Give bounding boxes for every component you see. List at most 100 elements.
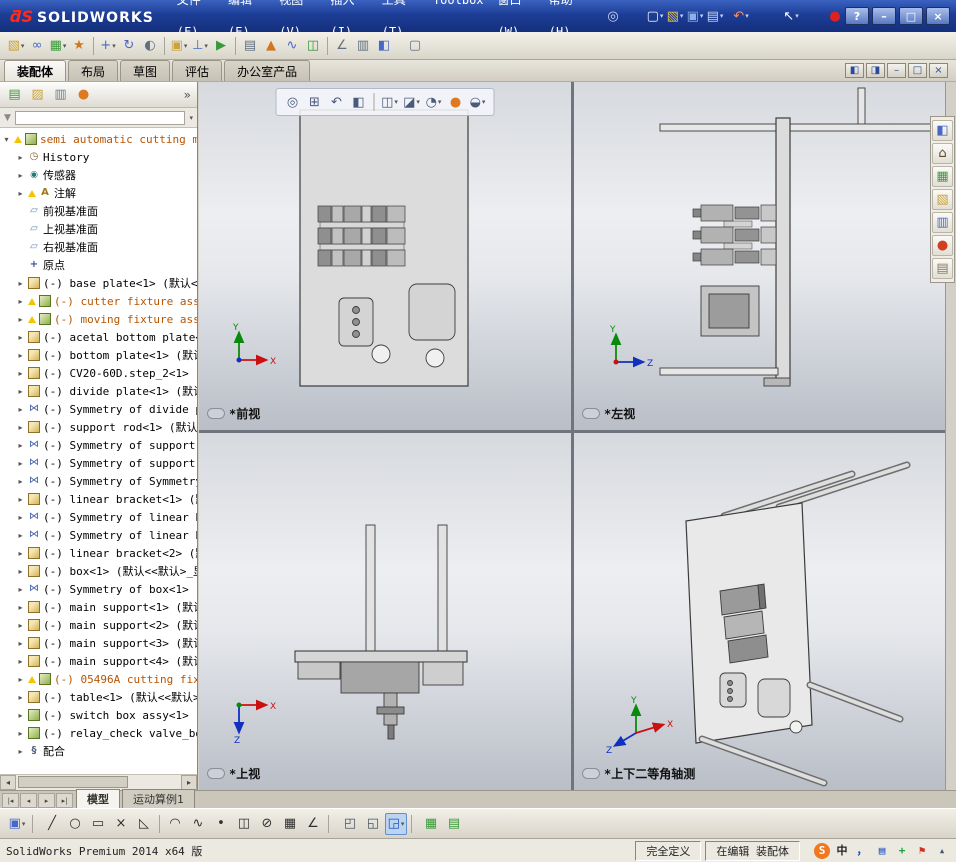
expand-arrow-icon[interactable]: ▸	[16, 351, 25, 360]
minimize-button[interactable]: –	[872, 7, 896, 25]
document-properties-icon[interactable]: ▢	[405, 35, 425, 57]
new-motion-study-icon[interactable]: ▶	[211, 35, 231, 57]
tree-item[interactable]: ▸ (-) moving fixture assy	[0, 310, 197, 328]
expand-arrow-icon[interactable]: ▸	[16, 477, 25, 486]
reference-geometry-icon[interactable]: ⊥ ▾	[190, 35, 210, 57]
tree-item[interactable]: ▸ (-) bottom plate<1> (默认	[0, 346, 197, 364]
expand-arrow-icon[interactable]: ▸	[16, 585, 25, 594]
tree-item[interactable]: ▸ (-) main support<3> (默认	[0, 634, 197, 652]
expand-arrow-icon[interactable]: ▸	[16, 549, 25, 558]
undo-icon[interactable]: ↶ ▾	[731, 5, 751, 27]
dropdown-arrow-icon[interactable]: ▾	[401, 820, 405, 828]
dropdown-arrow-icon[interactable]: ▾	[700, 12, 704, 20]
sketch-line-icon[interactable]: ╱	[41, 813, 63, 835]
tree-item[interactable]: ▸ ⋈ (-) Symmetry of support r	[0, 454, 197, 472]
scroll-left-icon[interactable]: ◂	[0, 775, 16, 790]
tree-item[interactable]: ▸ A 注解	[0, 184, 197, 202]
home-icon[interactable]: ⌂	[932, 143, 953, 164]
tray-flag-icon[interactable]: ⚑	[914, 843, 930, 859]
view-cube-iso-icon[interactable]: ◱	[362, 813, 384, 835]
dropdown-arrow-icon[interactable]: ▾	[438, 98, 442, 106]
feature-manager-filter[interactable]: ▼ ▾	[0, 108, 197, 128]
tree-item[interactable]: ▸ (-) main support<1> (默认	[0, 598, 197, 616]
section-view-icon[interactable]: ◧	[349, 91, 369, 113]
dropdown-arrow-icon[interactable]: ▾	[795, 12, 799, 20]
display-manager-icon[interactable]: ●	[73, 85, 94, 105]
save-icon[interactable]: ▣ ▾	[6, 813, 28, 835]
sketch-chamfer-icon[interactable]: ◺	[133, 813, 155, 835]
expand-arrow-icon[interactable]: ▾	[2, 135, 11, 144]
dropdown-arrow-icon[interactable]: ▾	[63, 42, 67, 50]
configuration-manager-icon[interactable]: ▥	[50, 85, 71, 105]
expand-arrow-icon[interactable]: ▸	[16, 567, 25, 576]
expand-arrow-icon[interactable]: ▸	[16, 729, 25, 738]
design-table-icon[interactable]: ▤	[443, 813, 465, 835]
ribbon-tab[interactable]: 布局	[68, 60, 119, 81]
restore-button[interactable]: □	[899, 7, 923, 25]
expand-arrow-icon[interactable]: ▸	[16, 657, 25, 666]
ribbon-tab[interactable]: 草图	[120, 60, 171, 81]
insert-component-icon[interactable]: ▧ ▾	[6, 35, 26, 57]
expand-arrow-icon[interactable]: ▸	[16, 603, 25, 612]
document-close-button[interactable]: ×	[929, 63, 948, 78]
viewport-split-vertical-button[interactable]: ◨	[866, 63, 885, 78]
expand-arrow-icon[interactable]: ▸	[16, 369, 25, 378]
linear-component-pattern-icon[interactable]: ▦ ▾	[48, 35, 68, 57]
tree-item[interactable]: ▸ (-) linear bracket<2> (默	[0, 544, 197, 562]
view-palette-icon[interactable]: ▥	[932, 212, 953, 233]
sketch-spline-icon[interactable]: ∿	[187, 813, 209, 835]
apply-scene-icon[interactable]: ◒ ▾	[468, 91, 488, 113]
expand-arrow-icon[interactable]: ▸	[16, 675, 25, 684]
linear-sketch-pattern-icon[interactable]: ▦	[279, 813, 301, 835]
section-view-icon[interactable]: ◧	[374, 35, 394, 57]
tree-item[interactable]: ▸ (-) divide plate<1> (默认	[0, 382, 197, 400]
sketch-mirror-icon[interactable]: ◫	[233, 813, 255, 835]
tree-item[interactable]: ▸ (-) 05496A cutting fixt	[0, 670, 197, 688]
input-tools-icon[interactable]: +	[894, 843, 910, 859]
tray-expand-icon[interactable]: ▴	[934, 843, 950, 859]
expand-arrow-icon[interactable]: ▸	[16, 315, 25, 324]
dropdown-arrow-icon[interactable]: ▾	[416, 98, 420, 106]
mate-icon[interactable]: ∞	[27, 35, 47, 57]
dropdown-arrow-icon[interactable]: ▾	[184, 42, 188, 50]
sogou-input-icon[interactable]: S	[814, 842, 830, 859]
expand-arrow-icon[interactable]: ▸	[16, 405, 25, 414]
view-cube-front-icon[interactable]: ◰	[339, 813, 361, 835]
tree-item[interactable]: ▸ ◷ History	[0, 148, 197, 166]
expand-arrow-icon[interactable]: ▸	[16, 693, 25, 702]
tree-item[interactable]: ▸ (-) base plate<1> (默认<<默	[0, 274, 197, 292]
sketch-rectangle-icon[interactable]: ▭	[87, 813, 109, 835]
smart-fasteners-icon[interactable]: ★	[69, 35, 89, 57]
sketch-arc-icon[interactable]: ◠	[164, 813, 186, 835]
edit-appearance-icon[interactable]: ●	[446, 91, 466, 113]
tree-item[interactable]: ▸ ⋈ (-) Symmetry of box<1> (默	[0, 580, 197, 598]
tree-item[interactable]: ▸ (-) CV20-60D.step_2<1> (默	[0, 364, 197, 382]
new-document-icon[interactable]: ▢ ▾	[645, 5, 665, 27]
tab-scroll-button[interactable]: ▸|	[56, 793, 73, 808]
expand-arrow-icon[interactable]: ▸	[16, 747, 25, 756]
save-icon[interactable]: ▣ ▾	[685, 5, 705, 27]
bill-of-materials-icon[interactable]: ▤	[240, 35, 260, 57]
tree-item[interactable]: ▸ ⋈ (-) Symmetry of linear br	[0, 526, 197, 544]
document-minimize-button[interactable]: –	[887, 63, 906, 78]
expand-arrow-icon[interactable]: ▸	[16, 513, 25, 522]
expand-arrow-icon[interactable]: ▸	[16, 459, 25, 468]
task-pane-icon[interactable]: ◧	[932, 120, 953, 141]
scrollbar-thumb[interactable]	[18, 776, 128, 788]
filter-input[interactable]	[14, 110, 186, 125]
four-viewport-icon[interactable]: ◲ ▾	[385, 812, 407, 835]
expand-arrow-icon[interactable]: ▸	[16, 495, 25, 504]
hide-show-items-icon[interactable]: ◔ ▾	[424, 91, 444, 113]
property-manager-icon[interactable]: ▨	[27, 85, 48, 105]
tree-item[interactable]: ▱ 前视基准面	[0, 202, 197, 220]
document-restore-button[interactable]: □	[908, 63, 927, 78]
expand-arrow-icon[interactable]: ▸	[16, 387, 25, 396]
expand-arrow-icon[interactable]: ▸	[16, 621, 25, 630]
input-language-icon[interactable]: 中	[834, 843, 850, 859]
dropdown-arrow-icon[interactable]: ▾	[21, 42, 25, 50]
move-component-icon[interactable]: + ▾	[98, 35, 118, 57]
dropdown-arrow-icon[interactable]: ▾	[660, 12, 664, 20]
dropdown-arrow-icon[interactable]: ▾	[680, 12, 684, 20]
tree-item[interactable]: ▸ ⋈ (-) Symmetry of Symmetry	[0, 472, 197, 490]
close-button[interactable]: ×	[926, 7, 950, 25]
